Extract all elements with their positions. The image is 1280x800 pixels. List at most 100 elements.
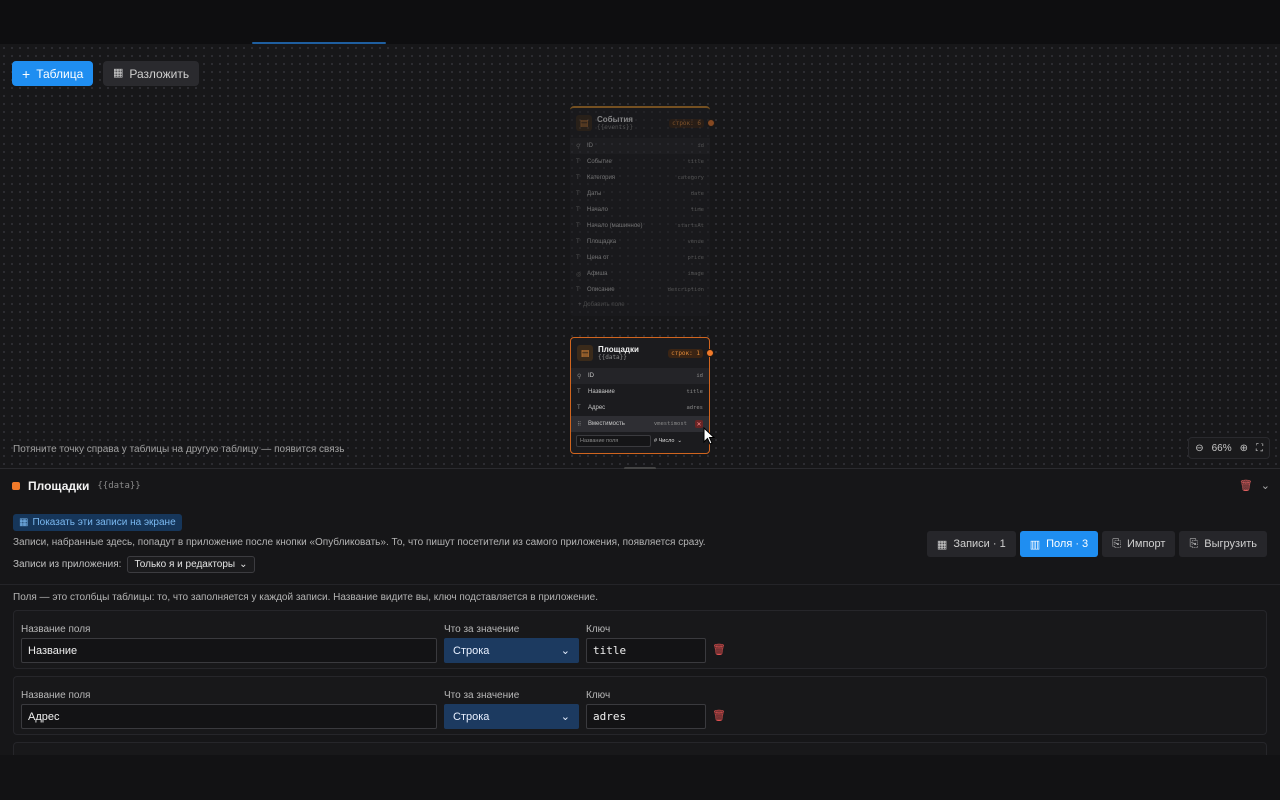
field-name-input[interactable]: Адрес: [21, 704, 437, 729]
tab-import[interactable]: ⎘ Импорт: [1102, 531, 1176, 557]
key-icon: ⚲: [576, 143, 581, 150]
text-type-icon: T: [576, 223, 580, 229]
connection-handle[interactable]: [707, 119, 715, 127]
table-icon: ▦: [936, 538, 948, 551]
auto-layout-button[interactable]: ▦ Разложить: [103, 61, 200, 86]
node-title: События: [597, 115, 633, 124]
field-key: vmestimost: [653, 421, 687, 427]
node-title: Площадки: [598, 345, 639, 354]
field-card: [13, 742, 1267, 755]
field-key-input[interactable]: title: [586, 638, 706, 663]
add-table-label: Таблица: [36, 66, 84, 81]
show-records-label: Показать эти записи на экране: [32, 517, 176, 528]
text-type-icon: T: [576, 255, 580, 261]
drag-handle-icon[interactable]: ⠿: [577, 421, 583, 428]
top-bar: [0, 0, 1280, 44]
node-field-row[interactable]: T Цена от price: [570, 250, 710, 266]
fields-description: Поля — это столбцы таблицы: то, что запо…: [13, 592, 598, 603]
node-field-row[interactable]: ⚲ ID id: [570, 138, 710, 154]
delete-field-icon[interactable]: ✕: [695, 420, 703, 428]
node-field-row[interactable]: T Начало time: [570, 202, 710, 218]
table-node-events[interactable]: ▤ События {{events}} строк: 6 ⚲ ID id T Соб…: [570, 106, 715, 316]
field-label: Даты: [587, 191, 602, 197]
trash-icon[interactable]: 🗑: [712, 709, 726, 722]
add-table-button[interactable]: + Таблица: [12, 61, 94, 86]
field-key: id: [696, 373, 703, 379]
field-key: price: [687, 255, 704, 261]
field-key: date: [690, 191, 704, 197]
image-type-icon: ◎: [576, 271, 582, 278]
diagram-canvas[interactable]: + Таблица ▦ Разложить ▤ События {{events…: [0, 44, 1280, 468]
mouse-cursor-icon: [703, 427, 715, 445]
node-field-row[interactable]: ◎ Афиша image: [570, 266, 710, 282]
show-records-button[interactable]: ▦ Показать эти записи на экране: [13, 514, 182, 531]
new-field-type-select[interactable]: # Число: [654, 438, 674, 444]
add-field-button[interactable]: + Добавить поле: [570, 298, 710, 312]
zoom-in-icon[interactable]: ⊕: [1240, 443, 1248, 454]
trash-icon[interactable]: 🗑: [712, 643, 726, 656]
field-name-input[interactable]: Название: [21, 638, 437, 663]
fit-view-icon[interactable]: ⛶: [1256, 443, 1263, 454]
node-field-row[interactable]: T Площадка venue: [570, 234, 710, 250]
chevron-down-icon[interactable]: ⌄: [1261, 479, 1270, 492]
field-type-value: Строка: [453, 710, 490, 723]
chevron-down-icon: ⌄: [560, 645, 570, 657]
field-label: Описание: [587, 287, 615, 293]
field-key: venue: [687, 239, 704, 245]
trash-icon[interactable]: 🗑: [1239, 479, 1253, 492]
field-type-label: Что за значение: [444, 690, 520, 701]
field-label: Название: [588, 389, 615, 395]
connection-handle[interactable]: [706, 349, 714, 357]
chevron-down-icon: ⌄: [560, 711, 570, 723]
node-field-row[interactable]: ⚲ ID id: [571, 368, 709, 384]
table-icon: ▤: [577, 345, 593, 361]
chevron-down-icon: ⌄: [677, 438, 683, 444]
zoom-out-icon[interactable]: ⊖: [1195, 443, 1203, 454]
source-select[interactable]: Только я и редакторы ⌄: [127, 556, 255, 573]
node-field-row[interactable]: T Категория category: [570, 170, 710, 186]
field-key: title: [686, 389, 703, 395]
text-type-icon: T: [576, 191, 580, 197]
tab-label: Импорт: [1127, 538, 1166, 550]
new-field-form: Название поля # Число ⌄: [571, 432, 709, 450]
field-name-label: Название поля: [21, 690, 91, 701]
table-node-venues[interactable]: ▤ Площадки {{data}} строк: 1 ⚲ ID id T Назв…: [570, 337, 714, 454]
field-key: description: [667, 287, 704, 293]
field-label: Категория: [587, 175, 616, 181]
node-field-row[interactable]: T Событие title: [570, 154, 710, 170]
plus-icon: +: [22, 65, 31, 82]
node-key: {{data}}: [598, 354, 627, 361]
canvas-hint: Потяните точку справа у таблицы на другу…: [13, 444, 345, 455]
auto-layout-label: Разложить: [129, 66, 190, 81]
columns-icon: ▥: [1029, 538, 1041, 551]
text-type-icon: T: [576, 239, 580, 245]
node-field-row[interactable]: T Даты date: [570, 186, 710, 202]
node-field-row[interactable]: ⠿ Вместимость vmestimost ✕: [571, 416, 709, 432]
field-label: Афиша: [587, 271, 608, 277]
field-label: Площадка: [587, 239, 617, 245]
field-type-select[interactable]: Строка ⌄: [444, 638, 579, 663]
table-details-panel: Площадки {{data}} 🗑 ⌄ ▦ Показать эти зап…: [0, 469, 1280, 755]
field-card: Название поля Что за значение Ключ Адрес…: [13, 676, 1267, 735]
field-type-select[interactable]: Строка ⌄: [444, 704, 579, 729]
node-field-row[interactable]: T Описание description: [570, 282, 710, 298]
field-key-label: Ключ: [586, 624, 611, 635]
text-type-icon: T: [576, 207, 580, 213]
table-icon: ▤: [576, 115, 592, 131]
field-key-input[interactable]: adres: [586, 704, 706, 729]
tab-export[interactable]: ⎘ Выгрузить: [1179, 531, 1267, 557]
node-field-row[interactable]: T Начало (машинное) startsAt: [570, 218, 710, 234]
table-color-dot: [12, 482, 20, 490]
field-key: startsAt: [677, 223, 705, 229]
field-label: Адрес: [588, 405, 606, 411]
panel-key: {{data}}: [97, 481, 141, 491]
tab-fields[interactable]: ▥ Поля · 3: [1019, 531, 1099, 557]
node-field-row[interactable]: T Адрес adres: [571, 400, 709, 416]
field-key: id: [697, 143, 704, 149]
text-type-icon: T: [577, 389, 581, 395]
source-label: Записи из приложения:: [13, 559, 122, 570]
tab-records[interactable]: ▦ Записи · 1: [926, 531, 1016, 557]
zoom-level: 66%: [1211, 442, 1232, 454]
node-field-row[interactable]: T Название title: [571, 384, 709, 400]
new-field-name-input[interactable]: Название поля: [576, 435, 651, 447]
